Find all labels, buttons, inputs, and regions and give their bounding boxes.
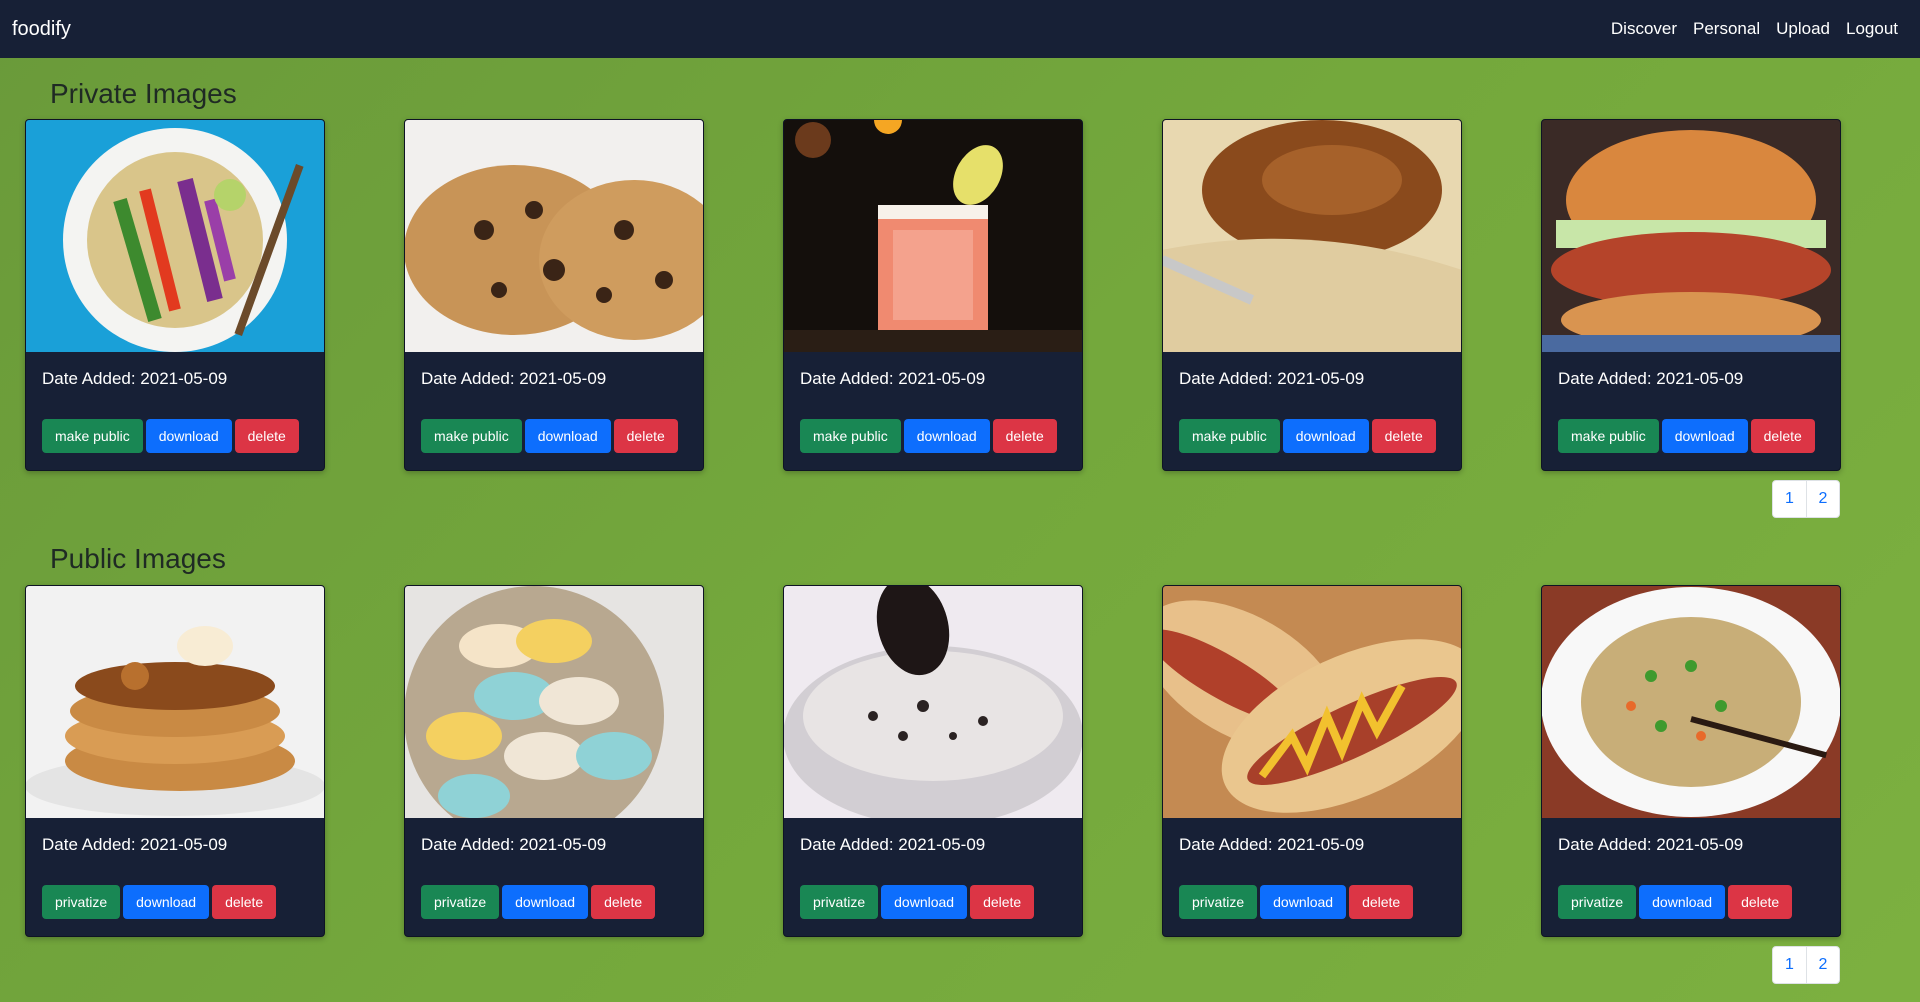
nav-links: Discover Personal Upload Logout (1611, 19, 1898, 39)
card-actions: privatize download delete (421, 885, 656, 919)
delete-button[interactable]: delete (212, 885, 277, 919)
make-public-button[interactable]: make public (1179, 419, 1280, 453)
private-page-2[interactable]: 2 (1806, 481, 1839, 517)
private-image-card: Date Added: 2021-05-09 make public downloa… (1541, 119, 1841, 471)
private-image-card: Date Added: 2021-05-09 make public downloa… (1162, 119, 1462, 471)
date-added-label: Date Added: 2021-05-09 (1179, 835, 1365, 854)
private-image-card: Date Added: 2021-05-09 make public downloa… (783, 119, 1083, 471)
privatize-button[interactable]: privatize (421, 885, 500, 919)
pancakes-image[interactable] (26, 586, 324, 818)
private-image-card: Date Added: 2021-05-09 make public downloa… (25, 119, 325, 471)
date-added-label: Date Added: 2021-05-09 (421, 369, 607, 388)
make-public-button[interactable]: make public (421, 419, 522, 453)
date-added-label: Date Added: 2021-05-09 (800, 369, 986, 388)
nav-link-logout[interactable]: Logout (1846, 19, 1898, 39)
brand-logo[interactable]: foodify (12, 18, 71, 41)
public-image-card: Date Added: 2021-05-09 privatize download d… (1162, 585, 1462, 937)
salad-bowl-image[interactable] (26, 120, 324, 352)
download-button[interactable]: download (145, 419, 232, 453)
oreo-dessert-image[interactable] (784, 586, 1082, 818)
date-added-label: Date Added: 2021-05-09 (800, 835, 986, 854)
delete-button[interactable]: delete (1349, 885, 1414, 919)
card-actions: make public download delete (800, 419, 1057, 453)
chicken-sandwich-image[interactable] (1542, 120, 1840, 352)
macarons-image[interactable] (405, 586, 703, 818)
delete-button[interactable]: delete (1728, 885, 1793, 919)
privatize-button[interactable]: privatize (1179, 885, 1258, 919)
card-actions: make public download delete (1179, 419, 1436, 453)
download-button[interactable]: download (502, 885, 589, 919)
fried-rice-image[interactable] (1542, 586, 1840, 818)
privatize-button[interactable]: privatize (1558, 885, 1637, 919)
date-added-label: Date Added: 2021-05-09 (421, 835, 607, 854)
make-public-button[interactable]: make public (42, 419, 143, 453)
delete-button[interactable]: delete (234, 419, 299, 453)
nav-link-upload[interactable]: Upload (1776, 19, 1830, 39)
navbar: foodify Discover Personal Upload Logout (0, 0, 1920, 58)
public-page-2[interactable]: 2 (1806, 947, 1839, 983)
card-actions: privatize download delete (800, 885, 1035, 919)
delete-button[interactable]: delete (1750, 419, 1815, 453)
card-actions: make public download delete (42, 419, 299, 453)
privatize-button[interactable]: privatize (800, 885, 879, 919)
card-actions: privatize download delete (1179, 885, 1414, 919)
delete-button[interactable]: delete (992, 419, 1057, 453)
private-pagination: 1 2 (1772, 480, 1840, 518)
download-button[interactable]: download (1260, 885, 1347, 919)
delete-button[interactable]: delete (970, 885, 1035, 919)
download-button[interactable]: download (1661, 419, 1748, 453)
delete-button[interactable]: delete (613, 419, 678, 453)
public-images-grid: Date Added: 2021-05-09 privatize download d… (25, 585, 1845, 937)
private-image-card: Date Added: 2021-05-09 make public downloa… (404, 119, 704, 471)
card-actions: make public download delete (1558, 419, 1815, 453)
public-image-card: Date Added: 2021-05-09 privatize download d… (25, 585, 325, 937)
privatize-button[interactable]: privatize (42, 885, 121, 919)
delete-button[interactable]: delete (1371, 419, 1436, 453)
card-actions: make public download delete (421, 419, 678, 453)
download-button[interactable]: download (881, 885, 968, 919)
card-actions: privatize download delete (42, 885, 277, 919)
pink-cocktail-image[interactable] (784, 120, 1082, 352)
nav-link-personal[interactable]: Personal (1693, 19, 1760, 39)
make-public-button[interactable]: make public (1558, 419, 1659, 453)
download-button[interactable]: download (1282, 419, 1369, 453)
date-added-label: Date Added: 2021-05-09 (1179, 369, 1365, 388)
public-images-title: Public Images (50, 543, 226, 574)
nav-link-discover[interactable]: Discover (1611, 19, 1677, 39)
private-images-grid: Date Added: 2021-05-09 make public downloa… (25, 119, 1845, 471)
download-button[interactable]: download (1639, 885, 1726, 919)
delete-button[interactable]: delete (591, 885, 656, 919)
download-button[interactable]: download (123, 885, 210, 919)
hot-dogs-image[interactable] (1163, 586, 1461, 818)
public-page-1[interactable]: 1 (1773, 947, 1806, 983)
download-button[interactable]: download (524, 419, 611, 453)
chocolate-chip-cookies-image[interactable] (405, 120, 703, 352)
public-image-card: Date Added: 2021-05-09 privatize download d… (404, 585, 704, 937)
public-image-card: Date Added: 2021-05-09 privatize download d… (1541, 585, 1841, 937)
public-image-card: Date Added: 2021-05-09 privatize download d… (783, 585, 1083, 937)
chicken-and-rice-image[interactable] (1163, 120, 1461, 352)
private-page-1[interactable]: 1 (1773, 481, 1806, 517)
public-pagination: 1 2 (1772, 946, 1840, 984)
date-added-label: Date Added: 2021-05-09 (42, 369, 228, 388)
date-added-label: Date Added: 2021-05-09 (1558, 369, 1744, 388)
download-button[interactable]: download (903, 419, 990, 453)
make-public-button[interactable]: make public (800, 419, 901, 453)
date-added-label: Date Added: 2021-05-09 (42, 835, 228, 854)
date-added-label: Date Added: 2021-05-09 (1558, 835, 1744, 854)
card-actions: privatize download delete (1558, 885, 1793, 919)
private-images-title: Private Images (50, 78, 237, 109)
